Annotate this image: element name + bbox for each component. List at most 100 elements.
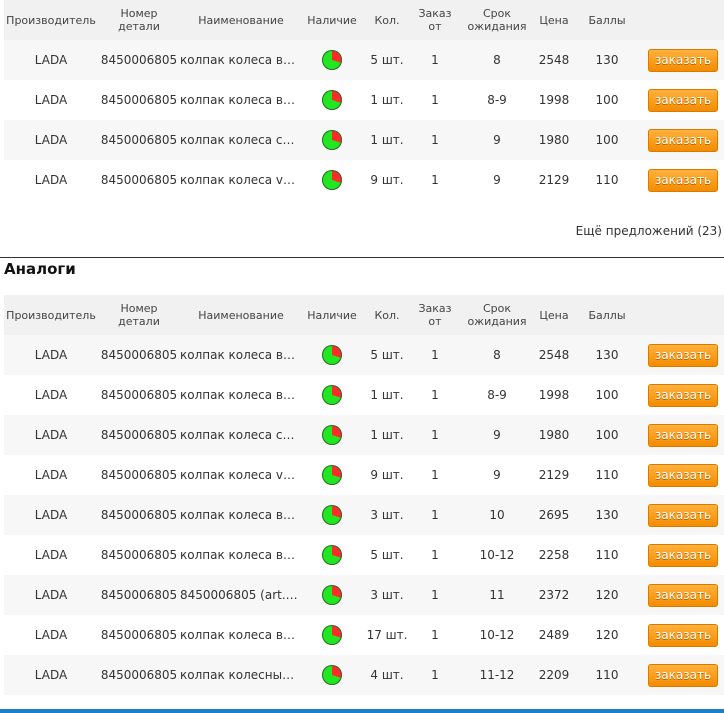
name-text[interactable]: колпак колеса ves... — [180, 174, 298, 187]
availability-pie-icon — [322, 665, 342, 685]
name-text[interactable]: колпак колеса в с... — [180, 389, 298, 402]
availability-cell — [302, 655, 362, 695]
name-text[interactable]: колпак колеса в с... — [180, 509, 298, 522]
order-button[interactable]: заказать — [648, 168, 718, 192]
header-wait-time[interactable]: Срок ожидания — [458, 295, 536, 335]
manufacturer-cell: LADA — [34, 347, 68, 362]
part-number-cell[interactable]: 8450006805 — [98, 40, 180, 80]
part-number-cell[interactable]: 8450006805 — [98, 80, 180, 120]
wait-time-cell: 10-12 — [479, 627, 515, 642]
name-text[interactable]: колпак колеса сб ... — [180, 429, 298, 442]
name-cell: колпак колеса в с... — [180, 375, 302, 415]
name-cell: колпак колеса ves... — [180, 455, 302, 495]
order-button[interactable]: заказать — [648, 383, 718, 407]
name-text[interactable]: колпак колеса в с... — [180, 94, 298, 107]
min-order-cell: 1 — [431, 92, 439, 107]
name-text[interactable]: колпак колеса в с... — [180, 349, 298, 362]
order-button[interactable]: заказать — [648, 463, 718, 487]
min-order-cell: 1 — [431, 667, 439, 682]
availability-cell — [302, 160, 362, 200]
part-number-cell[interactable]: 8450006805 — [98, 160, 180, 200]
quantity-cell: 1 шт. — [370, 427, 404, 442]
name-cell: колпак колеса в с... — [180, 335, 302, 375]
manufacturer-cell: LADA — [34, 467, 68, 482]
order-button[interactable]: заказать — [648, 343, 718, 367]
points-cell: 100 — [595, 92, 619, 107]
order-cell: заказать — [642, 160, 724, 200]
part-number-cell[interactable]: 8450006805 — [98, 415, 180, 455]
price-cell: 1998 — [538, 92, 570, 107]
header-manufacturer[interactable]: Производитель — [4, 295, 98, 335]
order-button[interactable]: заказать — [648, 88, 718, 112]
order-cell: заказать — [642, 575, 724, 615]
header-availability[interactable]: Наличие — [302, 0, 362, 40]
section-divider — [0, 257, 724, 258]
part-number-cell[interactable]: 8450006805 — [98, 120, 180, 160]
header-manufacturer[interactable]: Производитель — [4, 0, 98, 40]
wait-time-cell: 8-9 — [487, 387, 507, 402]
availability-cell — [302, 575, 362, 615]
order-button[interactable]: заказать — [648, 663, 718, 687]
points-cell: 130 — [595, 347, 619, 362]
order-button[interactable]: заказать — [648, 583, 718, 607]
header-price[interactable]: Цена — [536, 295, 572, 335]
part-number-cell[interactable]: 8450006805 — [98, 375, 180, 415]
manufacturer-cell: LADA — [34, 52, 68, 67]
table-row: LADA 8450006805 колпак колеса в с... 1 шт. 1… — [4, 375, 724, 415]
availability-pie-icon — [322, 545, 342, 565]
part-number-cell[interactable]: 8450006805 — [98, 655, 180, 695]
availability-cell — [302, 120, 362, 160]
table-row: LADA 8450006805 колпак колеса ves... 9 шт. 1… — [4, 455, 724, 495]
header-quantity[interactable]: Кол. — [362, 295, 412, 335]
header-points[interactable]: Баллы — [572, 295, 642, 335]
part-number-cell[interactable]: 8450006805 — [98, 615, 180, 655]
name-text[interactable]: колпак колесный г... — [180, 669, 298, 682]
quantity-cell: 5 шт. — [370, 52, 404, 67]
wait-time-cell: 11-12 — [479, 667, 515, 682]
order-button[interactable]: заказать — [648, 623, 718, 647]
header-name[interactable]: Наименование — [180, 295, 302, 335]
order-button[interactable]: заказать — [648, 48, 718, 72]
header-price[interactable]: Цена — [536, 0, 572, 40]
name-text[interactable]: 8450006805 (art.8... — [180, 589, 298, 602]
manufacturer-cell: LADA — [34, 507, 68, 522]
quantity-cell: 3 шт. — [370, 587, 404, 602]
table-header: Производитель Номер детали Наименование … — [4, 295, 724, 335]
name-text[interactable]: колпак колеса в с... — [180, 54, 298, 67]
name-text[interactable]: колпак колеса в с... — [180, 629, 298, 642]
price-cell: 2258 — [538, 547, 570, 562]
wait-time-cell: 8-9 — [487, 92, 507, 107]
name-text[interactable]: колпак колеса ves... — [180, 469, 298, 482]
order-button[interactable]: заказать — [648, 128, 718, 152]
table-row: LADA 8450006805 колпак колеса в с... 3 шт. 1… — [4, 495, 724, 535]
order-button[interactable]: заказать — [648, 543, 718, 567]
points-cell: 100 — [595, 427, 619, 442]
table-row: LADA 8450006805 8450006805 (art.8... 3 шт. 1… — [4, 575, 724, 615]
header-part-number[interactable]: Номер детали — [98, 295, 180, 335]
header-name[interactable]: Наименование — [180, 0, 302, 40]
min-order-cell: 1 — [431, 132, 439, 147]
header-min-order[interactable]: Заказ от — [412, 0, 458, 40]
availability-cell — [302, 40, 362, 80]
manufacturer-cell: LADA — [34, 627, 68, 642]
part-number-cell[interactable]: 8450006805 — [98, 335, 180, 375]
more-offers-link[interactable]: Ещё предложений (23) — [576, 224, 722, 238]
availability-pie-icon — [322, 130, 342, 150]
header-min-order[interactable]: Заказ от — [412, 295, 458, 335]
part-number-cell[interactable]: 8450006805 — [98, 535, 180, 575]
part-number-cell[interactable]: 8450006805 — [98, 455, 180, 495]
header-availability[interactable]: Наличие — [302, 295, 362, 335]
price-cell: 1980 — [538, 132, 570, 147]
header-points[interactable]: Баллы — [572, 0, 642, 40]
part-number-cell[interactable]: 8450006805 — [98, 495, 180, 535]
part-number-cell[interactable]: 8450006805 — [98, 575, 180, 615]
manufacturer-cell: LADA — [34, 132, 68, 147]
header-quantity[interactable]: Кол. — [362, 0, 412, 40]
order-button[interactable]: заказать — [648, 423, 718, 447]
price-cell: 2129 — [538, 172, 570, 187]
header-part-number[interactable]: Номер детали — [98, 0, 180, 40]
order-button[interactable]: заказать — [648, 503, 718, 527]
name-text[interactable]: колпак колеса в с... — [180, 549, 298, 562]
name-text[interactable]: колпак колеса сб ... — [180, 134, 298, 147]
header-wait-time[interactable]: Срок ожидания — [458, 0, 536, 40]
